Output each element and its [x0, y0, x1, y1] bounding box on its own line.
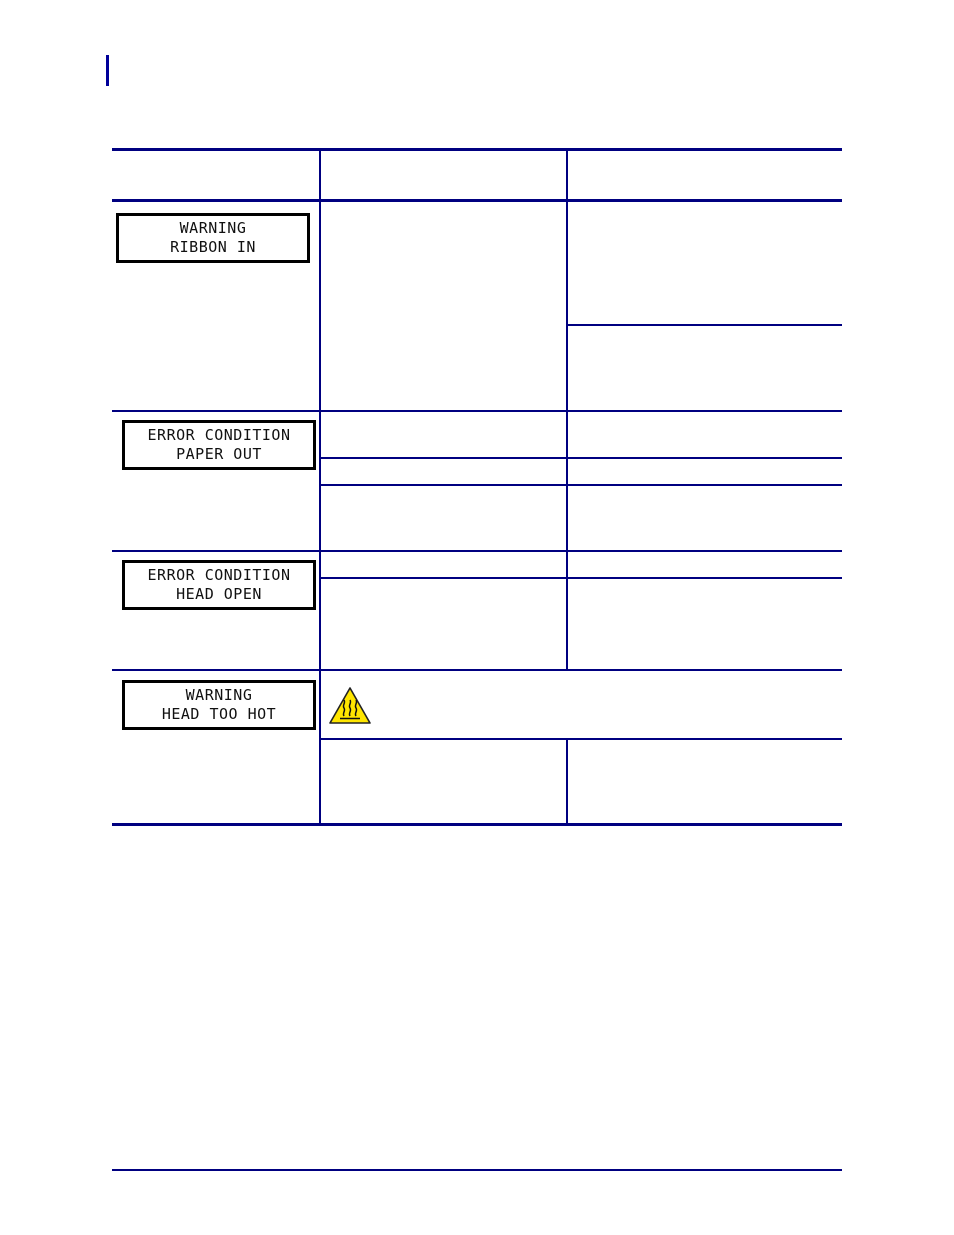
lcd-line-2: RIBBON IN [170, 238, 256, 256]
row-rule-3 [112, 669, 842, 671]
row4-subrule [320, 738, 842, 740]
row-rule-1 [112, 410, 842, 412]
row2-subrule-2 [320, 484, 842, 486]
lcd-line-2: PAPER OUT [176, 445, 262, 463]
column-divider-2b [566, 739, 568, 825]
lcd-line-1: WARNING [179, 219, 247, 237]
table-header-rule [112, 199, 842, 202]
lcd-line-2: HEAD TOO HOT [161, 705, 277, 723]
lcd-line-1: ERROR CONDITION [147, 426, 291, 444]
header-cell-1 [112, 151, 318, 199]
header-cell-2 [322, 151, 566, 199]
lcd-line-1: WARNING [185, 686, 253, 704]
hot-surface-warning-icon [329, 687, 371, 724]
header-cell-3 [569, 151, 841, 199]
table-bottom-rule [112, 823, 842, 826]
row3-subrule [320, 577, 842, 579]
lcd-message-head-too-hot: WARNING HEAD TOO HOT [122, 680, 316, 730]
footer-rule [112, 1169, 842, 1171]
row-rule-2 [112, 550, 842, 552]
lcd-line-1: ERROR CONDITION [147, 566, 291, 584]
lcd-line-2: HEAD OPEN [176, 585, 262, 603]
column-divider-1 [319, 148, 321, 825]
lcd-message-paper-out: ERROR CONDITION PAPER OUT [122, 420, 316, 470]
row2-subrule-1 [320, 457, 842, 459]
row1-subrule [567, 324, 842, 326]
lcd-message-head-open: ERROR CONDITION HEAD OPEN [122, 560, 316, 610]
lcd-message-ribbon-in: WARNING RIBBON IN [116, 213, 310, 263]
change-bar [106, 55, 109, 86]
